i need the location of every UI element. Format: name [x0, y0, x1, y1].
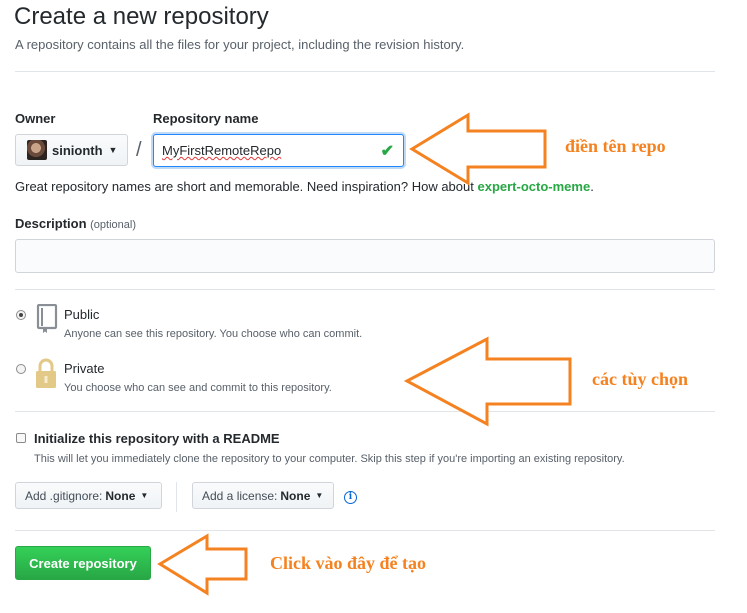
arrow-to-visibility-options — [403, 336, 572, 427]
arrow-to-create-button — [157, 533, 248, 596]
arrow-to-repo-name — [409, 112, 547, 186]
annotation-arrows — [157, 112, 572, 596]
annotation-options: các tùy chọn — [592, 369, 688, 389]
annotation-fill-name: điền tên repo — [565, 136, 666, 156]
annotation-click-create: Click vào đây để tạo — [270, 553, 427, 573]
